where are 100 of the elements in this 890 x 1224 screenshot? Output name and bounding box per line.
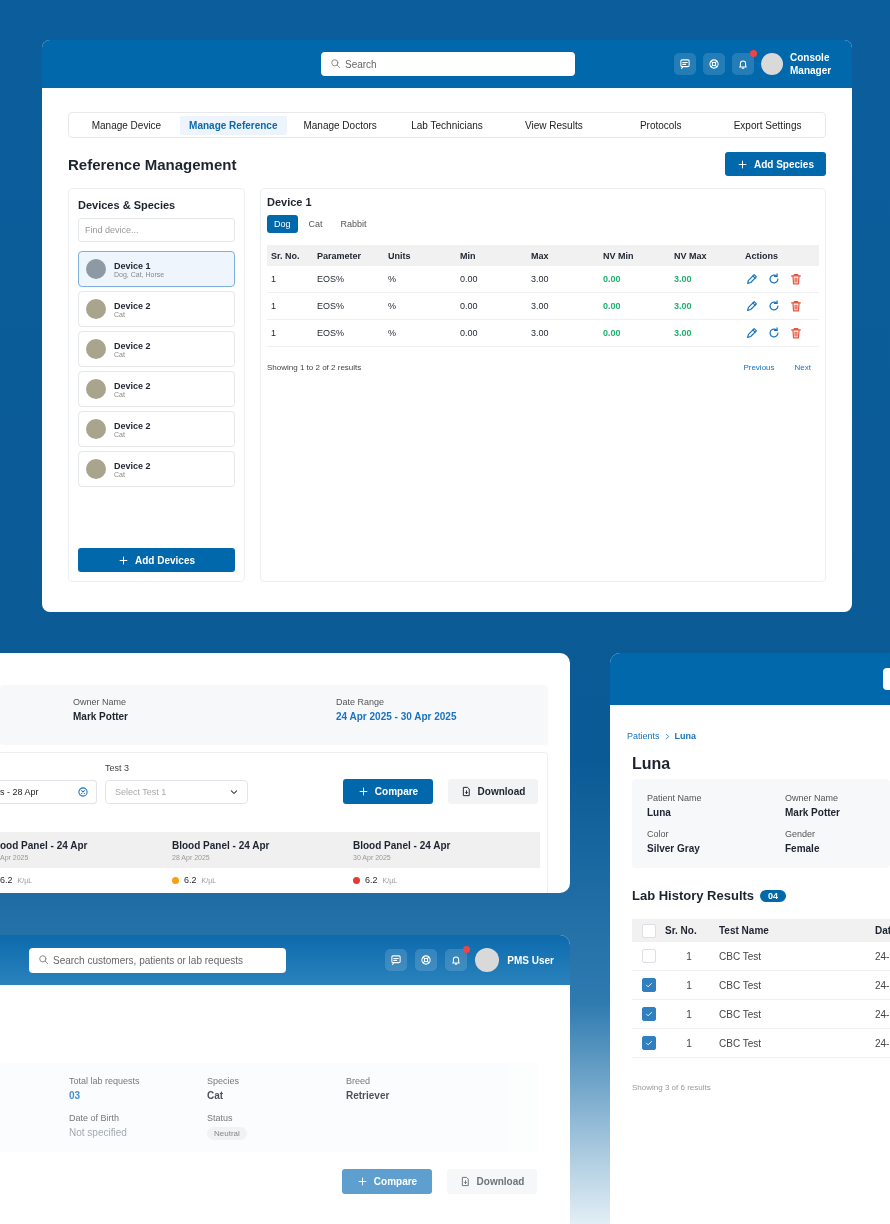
- table-cell-text: 24-: [874, 979, 890, 991]
- checkbox[interactable]: [642, 978, 656, 992]
- device-avatar: [86, 379, 106, 399]
- species-tab[interactable]: Dog: [267, 215, 298, 233]
- notification-button[interactable]: [732, 53, 754, 75]
- table-cell-text: %: [387, 274, 397, 284]
- pagination-link[interactable]: Next: [794, 363, 811, 372]
- table-cell-text: CBC Test: [718, 950, 763, 962]
- refresh-icon[interactable]: [767, 299, 781, 313]
- table-cell-text: CBC Test: [718, 1008, 763, 1020]
- species-tab[interactable]: Rabbit: [333, 215, 374, 233]
- field-value: Silver Gray: [647, 843, 701, 854]
- column-header: NV Min: [602, 250, 635, 261]
- table-cell-text: 3.00: [673, 328, 693, 338]
- table-cell-text: 1: [685, 950, 693, 962]
- column-header: NV Max: [673, 250, 708, 261]
- avatar[interactable]: [761, 53, 783, 75]
- table-cell-text: 0.00: [602, 328, 622, 338]
- plus-icon: [356, 1176, 368, 1187]
- table-cell-text: CBC Test: [718, 979, 763, 991]
- panel-title: Devices & Species: [78, 199, 177, 211]
- user-name[interactable]: Console Manager: [790, 51, 838, 77]
- field-label: Date of Birth: [69, 1113, 121, 1123]
- table-cell-text: 1: [685, 979, 693, 991]
- plus-icon: [118, 554, 129, 566]
- field-value: Not specified: [69, 1127, 128, 1138]
- download-button[interactable]: Download: [448, 779, 538, 804]
- nav-tab[interactable]: Protocols: [607, 115, 715, 135]
- field-label: Total lab requests: [69, 1076, 141, 1086]
- field-label: Breed: [346, 1076, 372, 1086]
- help-button[interactable]: [415, 949, 438, 971]
- table-cell-text: 0.00: [602, 301, 622, 311]
- pencil-icon[interactable]: [745, 272, 759, 286]
- trash-icon[interactable]: [789, 299, 803, 313]
- result-value: 6.2: [365, 875, 378, 885]
- field-value: Mark Potter: [785, 807, 841, 818]
- count-badge: 04: [760, 889, 787, 902]
- species-tab[interactable]: Cat: [301, 215, 330, 233]
- search-icon: [38, 953, 49, 965]
- add-species-button[interactable]: Add Species: [724, 152, 826, 176]
- field-value: Cat: [207, 1090, 225, 1101]
- field-label: Patient Name: [647, 793, 703, 803]
- plus-icon: [357, 786, 369, 797]
- pencil-icon[interactable]: [745, 299, 759, 313]
- nav-tab[interactable]: Manage Device: [73, 115, 180, 135]
- search-field[interactable]: Search: [321, 52, 575, 76]
- table-cell-text: 1: [685, 1008, 693, 1020]
- nav-tab[interactable]: Manage Doctors: [286, 115, 394, 135]
- chat-button[interactable]: [674, 53, 696, 75]
- table-cell-text: %: [387, 328, 397, 338]
- field-label: Owner Name: [73, 697, 127, 707]
- lifebuoy-icon: [420, 954, 433, 966]
- avatar[interactable]: [475, 948, 500, 972]
- field-label: Species: [207, 1076, 241, 1086]
- page-title: Luna: [632, 755, 672, 773]
- results-summary: Showing 3 of 6 results: [632, 1083, 712, 1092]
- device-avatar: [86, 419, 106, 439]
- user-name[interactable]: PMS User: [507, 953, 554, 967]
- field-value: 24 Apr 2025 - 30 Apr 2025: [336, 711, 458, 722]
- add-devices-button[interactable]: Add Devices: [78, 548, 235, 572]
- device-avatar: [86, 299, 106, 319]
- field-label: Gender: [785, 829, 817, 839]
- search-field[interactable]: Find device...: [78, 218, 235, 242]
- refresh-icon[interactable]: [767, 326, 781, 340]
- column-header: Sr. No.: [270, 250, 301, 261]
- notification-button[interactable]: [445, 949, 468, 971]
- help-button[interactable]: [703, 53, 725, 75]
- breadcrumb-link[interactable]: Luna: [674, 731, 697, 741]
- section-title: Lab History Results: [632, 888, 755, 903]
- trash-icon[interactable]: [789, 272, 803, 286]
- nav-tab[interactable]: Manage Reference: [179, 115, 287, 135]
- result-value: 6.2: [184, 875, 197, 885]
- pencil-icon[interactable]: [745, 326, 759, 340]
- device-avatar: [86, 339, 106, 359]
- checkbox[interactable]: [642, 1007, 656, 1021]
- chat-button[interactable]: [385, 949, 408, 971]
- column-header: Max: [530, 250, 550, 261]
- nav-tab[interactable]: Export Settings: [714, 115, 821, 135]
- breadcrumb-link[interactable]: Patients: [627, 731, 660, 741]
- field-value: Luna: [647, 807, 672, 818]
- nav-tab[interactable]: Lab Technicians: [393, 115, 501, 135]
- device-name: Device 2: [114, 300, 151, 311]
- device-name: Device 2: [114, 460, 151, 471]
- download-button[interactable]: Download: [447, 1169, 537, 1194]
- checkbox[interactable]: [642, 1036, 656, 1050]
- compare-button[interactable]: Compare: [343, 779, 433, 804]
- clear-icon[interactable]: [77, 786, 89, 798]
- table-cell-text: CBC Test: [718, 1037, 763, 1049]
- search-field[interactable]: Search customers, patients or lab requests: [29, 947, 286, 973]
- field-label: Color: [647, 829, 670, 839]
- panel-title: Device 1: [267, 196, 313, 208]
- result-value: 6.2: [0, 875, 13, 885]
- refresh-icon[interactable]: [767, 272, 781, 286]
- select-field[interactable]: Select Test 1: [105, 780, 248, 804]
- table-cell-text: 1: [270, 274, 277, 284]
- pagination-link[interactable]: Previous: [743, 363, 775, 372]
- date-field[interactable]: s - 28 Apr: [0, 780, 97, 804]
- trash-icon[interactable]: [789, 326, 803, 340]
- nav-tab[interactable]: View Results: [500, 115, 608, 135]
- results-summary: Showing 1 to 2 of 2 results: [267, 363, 362, 372]
